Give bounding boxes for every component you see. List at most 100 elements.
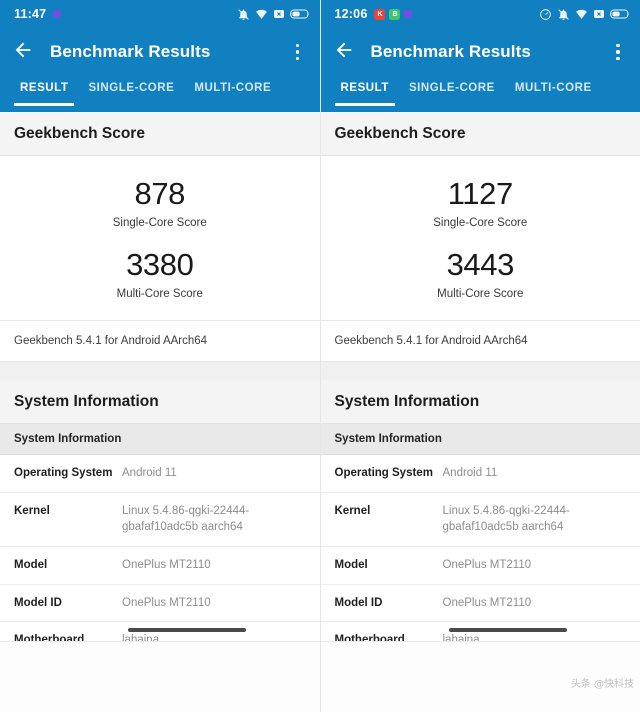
score-label: Single-Core Score (112, 216, 207, 229)
battery-icon (610, 8, 630, 20)
row-key: Model ID (334, 596, 383, 609)
row-key: Kernel (334, 504, 371, 517)
system-information-table: Operating System Android 11 Kernel Linux 5.… (0, 454, 320, 643)
dual-screenshot-comparison: 11:47 Benchmark Results RESULT SINGLE-COR… (0, 0, 640, 712)
bell-mute-icon (237, 8, 250, 21)
table-row: Operating System Android 11 (320, 454, 640, 493)
row-value: lahaina (442, 634, 480, 643)
phone-screen: 11:47 Benchmark Results RESULT SINGLE-COR… (0, 0, 320, 712)
row-key: Kernel (14, 504, 50, 517)
row-value: Android 11 (122, 466, 177, 479)
row-key: Model ID (14, 596, 62, 609)
phone-screen: 12:06 KB Benchmark Results RESULT SINGLE-… (319, 0, 640, 712)
score-value: 878 (134, 176, 186, 211)
score-block: 878 Single-Core Score (0, 172, 320, 243)
row-value: OnePlus MT2110 (442, 596, 532, 609)
row-value: OnePlus MT2110 (442, 558, 532, 571)
green-app-badge-icon: B (389, 8, 401, 20)
score-block: 3380 Multi-Core Score (0, 243, 320, 314)
scroll-indicator[interactable] (128, 628, 246, 633)
section-title: Geekbench Score (14, 125, 145, 142)
app-bar: Benchmark Results (0, 28, 320, 76)
system-information-table: Operating System Android 11 Kernel Linux 5.… (320, 454, 640, 643)
status-clock: 12:06 (334, 7, 368, 21)
score-block: 1127 Single-Core Score (321, 172, 640, 243)
table-row: Model ID OnePlus MT2110 (320, 584, 640, 623)
results-content: Geekbench Score 878 Single-Core Score 3380… (0, 112, 320, 712)
speedometer-icon (539, 8, 552, 21)
status-system-icons (539, 8, 630, 21)
row-value: Linux 5.4.86-qgki-22444-gbafaf10adc5b aa… (442, 504, 570, 534)
table-row: Operating System Android 11 (0, 454, 320, 493)
status-notification-badges: KB (374, 8, 413, 20)
tab-multi-core[interactable]: MULTI-CORE (505, 76, 602, 106)
table-row: Model OnePlus MT2110 (0, 546, 320, 585)
status-bar: 11:47 (0, 0, 320, 28)
row-key: Model (14, 558, 48, 571)
red-app-badge-icon: K (374, 8, 386, 20)
score-card: 878 Single-Core Score 3380 Multi-Core Score (0, 156, 320, 320)
geekbench-score-heading: Geekbench Score (320, 112, 640, 156)
section-spacer (320, 361, 640, 380)
table-row: Model ID OnePlus MT2110 (0, 584, 320, 623)
row-value: Linux 5.4.86-qgki-22444-gbafaf10adc5b aa… (122, 504, 250, 534)
back-arrow-icon[interactable] (333, 39, 355, 66)
tab-single-core[interactable]: SINGLE-CORE (78, 76, 184, 106)
results-content: Geekbench Score 1127 Single-Core Score 344… (320, 112, 640, 712)
tab-result[interactable]: RESULT (10, 76, 78, 106)
status-notification-badges (53, 10, 62, 18)
row-value: Android 11 (442, 466, 498, 479)
watermark: 头条 @快科技 (570, 679, 634, 690)
score-label: Single-Core Score (433, 216, 528, 229)
table-row: Kernel Linux 5.4.86-qgki-22444-gbafaf10ad… (320, 492, 640, 547)
table-row: Model OnePlus MT2110 (320, 546, 640, 585)
table-header: System Information (0, 423, 320, 455)
row-key: Motherboard (14, 634, 85, 643)
row-key: Operating System (334, 466, 433, 479)
geekbench-version-label: Geekbench 5.4.1 for Android AArch64 (320, 319, 640, 362)
battery-icon (289, 8, 310, 20)
score-value: 1127 (447, 176, 513, 211)
page-title: Benchmark Results (50, 42, 211, 61)
row-key: Operating System (14, 466, 113, 479)
score-value: 3443 (446, 246, 515, 282)
table-row: Motherboard lahaina (0, 622, 320, 643)
geekbench-score-heading: Geekbench Score (0, 112, 320, 156)
overflow-menu-icon[interactable] (286, 40, 310, 64)
score-label: Multi-Core Score (437, 287, 524, 300)
tab-bar: RESULT SINGLE-CORE MULTI-CORE (0, 76, 320, 112)
row-value: OnePlus MT2110 (122, 596, 211, 609)
overflow-menu-icon[interactable] (606, 40, 630, 64)
table-header: System Information (320, 423, 640, 455)
score-block: 3443 Multi-Core Score (321, 243, 640, 314)
row-key: Motherboard (334, 634, 405, 643)
back-arrow-icon[interactable] (12, 39, 34, 66)
tab-result[interactable]: RESULT (331, 76, 399, 106)
section-title: Geekbench Score (334, 125, 466, 142)
tab-bar: RESULT SINGLE-CORE MULTI-CORE (320, 76, 640, 112)
page-title: Benchmark Results (370, 42, 531, 61)
table-row: Kernel Linux 5.4.86-qgki-22444-gbafaf10ad… (0, 492, 320, 547)
system-information-heading: System Information (320, 379, 640, 424)
tab-single-core[interactable]: SINGLE-CORE (399, 76, 505, 106)
wifi-icon (255, 8, 268, 21)
purple-dot-icon (53, 10, 62, 18)
bell-mute-icon (557, 8, 570, 21)
section-spacer (0, 361, 320, 380)
row-key: Model (334, 558, 368, 571)
scroll-indicator[interactable] (448, 628, 567, 633)
row-value: lahaina (122, 634, 160, 643)
x-badge-icon (593, 8, 605, 20)
x-badge-icon (273, 8, 285, 20)
geekbench-version-label: Geekbench 5.4.1 for Android AArch64 (0, 319, 320, 362)
row-value: OnePlus MT2110 (122, 558, 211, 571)
status-system-icons (237, 8, 310, 21)
section-title: System Information (14, 392, 159, 410)
system-information-heading: System Information (0, 379, 320, 424)
score-label: Multi-Core Score (116, 287, 203, 300)
score-value: 3380 (126, 246, 194, 282)
tab-multi-core[interactable]: MULTI-CORE (184, 76, 281, 106)
wifi-icon (575, 8, 588, 21)
score-card: 1127 Single-Core Score 3443 Multi-Core Scor… (320, 156, 640, 320)
purple-dot-icon (404, 10, 413, 18)
